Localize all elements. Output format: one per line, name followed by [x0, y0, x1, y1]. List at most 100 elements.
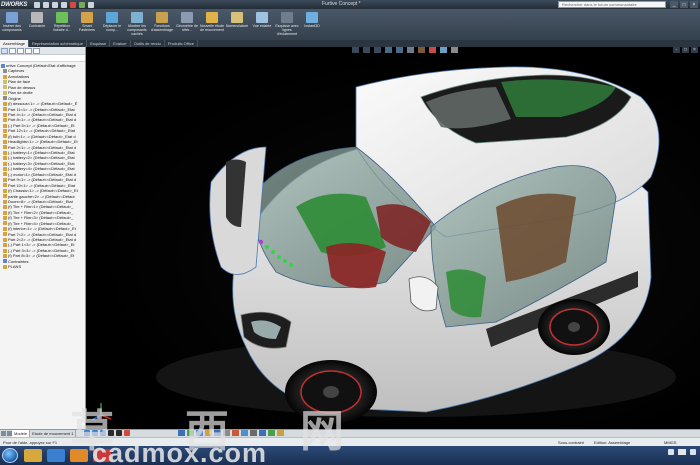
graphics-viewport[interactable]: - □ ×	[86, 47, 700, 429]
ribbon-button-linear-pattern[interactable]: Répétition linéaire d...	[50, 9, 74, 40]
system-tray	[668, 449, 696, 455]
origin-icon	[3, 96, 7, 101]
tree-filter-bar[interactable]	[0, 55, 85, 62]
save-icon[interactable]	[52, 1, 58, 8]
tree-item-label: PLANS	[8, 264, 22, 270]
part-icon	[3, 205, 7, 210]
part-icon	[3, 145, 7, 150]
show-hidden-icon	[131, 12, 143, 23]
part-icon	[3, 210, 7, 215]
start-button[interactable]	[2, 448, 18, 463]
annotation-icon	[3, 74, 7, 79]
close-button[interactable]: ×	[690, 1, 698, 8]
ribbon-button-label: Nomenclature	[225, 24, 249, 28]
part-icon	[3, 139, 7, 144]
ribbon-button-show-hidden[interactable]: Montrer les composants cachés	[125, 9, 149, 40]
dimxpert-tab-icon[interactable]	[25, 48, 32, 54]
minimize-button[interactable]: _	[670, 1, 678, 8]
car-3d-model[interactable]	[86, 47, 700, 429]
part-icon	[3, 183, 7, 188]
smart-fasteners-icon	[81, 12, 93, 23]
options-icon[interactable]	[88, 1, 94, 8]
new-icon[interactable]	[34, 1, 40, 8]
plane-icon	[3, 90, 7, 95]
print-icon[interactable]	[61, 1, 67, 8]
ribbon-button-insert-component[interactable]: Insérer des composants	[0, 9, 24, 40]
ribbon-button-label: Insérer des composants	[2, 24, 22, 32]
tab-assemblage[interactable]: Assemblage	[0, 40, 30, 47]
feature-tree-tab-icon[interactable]	[1, 48, 8, 54]
undo-icon[interactable]	[70, 1, 76, 8]
status-message: Pour de l'aide, appuyez sur F1	[3, 440, 58, 445]
rear-wheel	[538, 299, 610, 355]
open-icon[interactable]	[43, 1, 49, 8]
bom-icon	[231, 12, 243, 23]
bottom-tab-model[interactable]: Modèle	[12, 430, 31, 437]
ribbon-button-label: Déplacer le comp...	[102, 24, 122, 32]
ribbon-button-exploded-view[interactable]: Vue éclatée	[250, 9, 274, 40]
part-icon	[3, 172, 7, 177]
instant3d-icon	[306, 12, 318, 23]
folder-icon	[3, 264, 7, 269]
ribbon-button-instant3d[interactable]: Instant3D	[300, 9, 324, 40]
ribbon-button-assembly-features[interactable]: Fonctions d'assemblage	[150, 9, 174, 40]
property-manager-tab-icon[interactable]	[9, 48, 16, 54]
assembly-icon	[1, 63, 5, 68]
ribbon-button-explode-line-sketch[interactable]: Esquisse avec lignes d'éclatement	[275, 9, 299, 40]
reference-geometry-icon	[181, 12, 193, 23]
part-icon	[3, 101, 7, 106]
tab-scroll-left-icon[interactable]	[1, 431, 6, 436]
tab-produits-office[interactable]: Produits Office	[165, 40, 199, 47]
ribbon-button-label: Vue éclatée	[252, 24, 272, 28]
quick-access-toolbar	[34, 1, 94, 8]
sensor-icon	[3, 69, 7, 74]
move-component-icon	[106, 12, 118, 23]
mates-icon	[3, 259, 7, 264]
rebuild-icon[interactable]	[79, 1, 85, 8]
tab-repr-sentation-sch-matique[interactable]: Représentation schématique	[29, 40, 87, 47]
insert-component-icon	[6, 12, 18, 23]
part-icon	[3, 226, 7, 231]
display-manager-tab-icon[interactable]	[33, 48, 40, 54]
ribbon-button-move-component[interactable]: Déplacer le comp...	[100, 9, 124, 40]
panel-toolbar	[0, 47, 85, 55]
ribbon-button-label: Smart Fasteners	[79, 24, 95, 32]
mate-icon	[31, 12, 43, 23]
tab-evaluer[interactable]: Evaluer	[110, 40, 131, 47]
ribbon-button-reference-geometry[interactable]: Géométrie de référ...	[175, 9, 199, 40]
volume-icon[interactable]	[690, 449, 696, 455]
ribbon-button-bom[interactable]: Nomenclature	[225, 9, 249, 40]
ribbon-button-label: Fonctions d'assemblage	[150, 24, 174, 32]
part-icon	[3, 150, 7, 155]
explorer-icon[interactable]	[24, 449, 42, 462]
community-search-input[interactable]: Rechercher dans le forum communautaire	[558, 1, 666, 8]
command-tabs: Assemblage Représentation schématique Esqu…	[0, 40, 700, 47]
tree-item[interactable]: PLANS	[0, 264, 85, 269]
explode-line-sketch-icon	[281, 12, 293, 23]
part-icon	[3, 156, 7, 161]
feature-tree: urtive Concept (Défaut<Etat d'affichage C…	[0, 62, 85, 270]
language-icon[interactable]	[678, 449, 686, 455]
tab-outils-de-rendu[interactable]: Outils de rendu	[131, 40, 165, 47]
plane-icon	[3, 80, 7, 85]
browser-icon[interactable]	[47, 449, 65, 462]
part-icon	[3, 118, 7, 123]
ribbon-button-mate[interactable]: Contrainte	[25, 9, 49, 40]
linear-pattern-icon	[56, 12, 68, 23]
ribbon-button-label: Répétition linéaire d...	[53, 24, 71, 32]
tab-esquisse[interactable]: Esquisse	[87, 40, 111, 47]
network-icon[interactable]	[668, 449, 674, 455]
ribbon-button-label: Esquisse avec lignes d'éclatement	[275, 24, 299, 36]
ribbon-button-smart-fasteners[interactable]: Smart Fasteners	[75, 9, 99, 40]
ribbon-button-motion-study[interactable]: Nouvelle étude de mouvement	[200, 9, 224, 40]
motion-study-icon	[206, 12, 218, 23]
part-icon	[3, 221, 7, 226]
configuration-manager-tab-icon[interactable]	[17, 48, 24, 54]
part-icon	[3, 134, 7, 139]
app-logo[interactable]: DWORKS	[0, 2, 30, 8]
part-icon	[3, 232, 7, 237]
maximize-button[interactable]: □	[680, 1, 688, 8]
part-icon	[3, 237, 7, 242]
part-icon	[3, 167, 7, 172]
units-status[interactable]: MMGS	[664, 440, 676, 445]
